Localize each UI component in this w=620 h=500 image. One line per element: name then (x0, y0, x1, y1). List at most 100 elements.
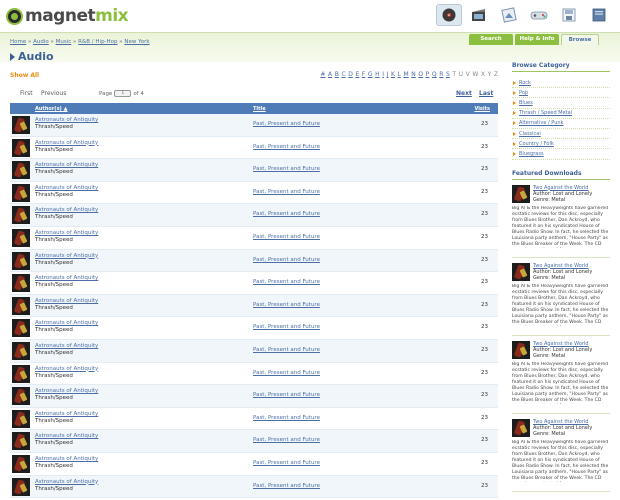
alpha-link-h[interactable]: H (375, 71, 380, 78)
author-link[interactable]: Astronauts of Antiquity (35, 388, 98, 394)
album-thumbnail[interactable] (12, 319, 30, 338)
title-link[interactable]: Past, Present and Future (253, 211, 320, 217)
featured-thumbnail[interactable] (512, 418, 530, 437)
alpha-link-i[interactable]: I (382, 71, 384, 78)
title-link[interactable]: Past, Present and Future (253, 392, 320, 398)
title-link[interactable]: Past, Present and Future (253, 166, 320, 172)
breadcrumb-audio[interactable]: Audio (33, 39, 49, 45)
author-link[interactable]: Astronauts of Antiquity (35, 456, 98, 462)
title-link[interactable]: Past, Present and Future (253, 121, 320, 127)
album-thumbnail[interactable] (12, 454, 30, 473)
title-link[interactable]: Past, Present and Future (253, 415, 320, 421)
alpha-link-n[interactable]: N (411, 71, 416, 78)
featured-title-link[interactable]: Two Against the World (533, 341, 588, 347)
author-link[interactable]: Astronauts of Antiquity (35, 207, 98, 213)
alpha-link-r[interactable]: R (439, 71, 443, 78)
category-item[interactable]: Classical (512, 129, 610, 140)
featured-title-link[interactable]: Two Against the World (533, 263, 588, 269)
software-icon[interactable] (556, 4, 582, 26)
title-link[interactable]: Past, Present and Future (253, 279, 320, 285)
title-link[interactable]: Past, Present and Future (253, 257, 320, 263)
featured-title-link[interactable]: Two Against the World (533, 185, 588, 191)
site-logo[interactable]: magnetmix (6, 6, 129, 26)
author-link[interactable]: Astronauts of Antiquity (35, 479, 98, 485)
film-icon[interactable] (466, 4, 492, 26)
album-thumbnail[interactable] (12, 251, 30, 270)
album-thumbnail[interactable] (12, 206, 30, 225)
alpha-link-c[interactable]: C (341, 71, 345, 78)
album-thumbnail[interactable] (12, 274, 30, 293)
album-thumbnail[interactable] (12, 432, 30, 451)
music-icon[interactable] (436, 4, 462, 26)
category-item[interactable]: Rock (512, 78, 610, 89)
album-thumbnail[interactable] (12, 387, 30, 406)
title-link[interactable]: Past, Present and Future (253, 483, 320, 489)
featured-thumbnail[interactable] (512, 262, 530, 281)
category-item[interactable]: Thrash / Speed Metal (512, 109, 610, 119)
alpha-link-k[interactable]: K (391, 71, 395, 78)
column-header-visits[interactable]: Visits (474, 106, 490, 112)
album-thumbnail[interactable] (12, 341, 30, 360)
alpha-link-o[interactable]: O (418, 71, 423, 78)
author-link[interactable]: Astronauts of Antiquity (35, 411, 98, 417)
album-thumbnail[interactable] (12, 296, 30, 315)
author-link[interactable]: Astronauts of Antiquity (35, 253, 98, 259)
page-select[interactable]: 1 (114, 90, 132, 97)
books-icon[interactable] (586, 4, 612, 26)
art-icon[interactable] (496, 4, 522, 26)
tab-help-info[interactable]: Help & Info (515, 34, 559, 45)
author-link[interactable]: Astronauts of Antiquity (35, 320, 98, 326)
alpha-link-f[interactable]: F (362, 71, 365, 78)
alpha-link-s[interactable]: S (446, 71, 450, 78)
album-thumbnail[interactable] (12, 228, 30, 247)
title-link[interactable]: Past, Present and Future (253, 144, 320, 150)
alpha-link-hash[interactable]: # (320, 71, 325, 78)
next-page-link[interactable]: Next (456, 90, 472, 97)
title-link[interactable]: Past, Present and Future (253, 347, 320, 353)
breadcrumb-music[interactable]: Music (56, 39, 72, 45)
author-link[interactable]: Astronauts of Antiquity (35, 117, 98, 123)
breadcrumb-rnb-hiphop[interactable]: R&B / Hip-Hop (78, 39, 117, 45)
author-link[interactable]: Astronauts of Antiquity (35, 433, 98, 439)
author-link[interactable]: Astronauts of Antiquity (35, 366, 98, 372)
category-item[interactable]: Pop (512, 88, 610, 99)
category-item[interactable]: Alternative / Punk (512, 119, 610, 129)
category-item[interactable]: Country / Folk (512, 139, 610, 150)
title-link[interactable]: Past, Present and Future (253, 189, 320, 195)
album-thumbnail[interactable] (12, 183, 30, 202)
last-page-link[interactable]: Last (479, 90, 493, 97)
album-thumbnail[interactable] (12, 364, 30, 383)
games-icon[interactable] (526, 4, 552, 26)
album-thumbnail[interactable] (12, 161, 30, 180)
album-thumbnail[interactable] (12, 409, 30, 428)
alpha-link-w[interactable]: W (472, 71, 478, 78)
title-link[interactable]: Past, Present and Future (253, 437, 320, 443)
alpha-link-z[interactable]: Z (494, 71, 498, 78)
author-link[interactable]: Astronauts of Antiquity (35, 298, 98, 304)
column-header-title[interactable]: Title (253, 106, 266, 112)
title-link[interactable]: Past, Present and Future (253, 324, 320, 330)
title-link[interactable]: Past, Present and Future (253, 302, 320, 308)
title-link[interactable]: Past, Present and Future (253, 370, 320, 376)
alpha-link-v[interactable]: V (466, 71, 470, 78)
alpha-link-g[interactable]: G (368, 71, 373, 78)
alpha-link-q[interactable]: Q (432, 71, 437, 78)
alpha-link-p[interactable]: P (426, 71, 430, 78)
album-thumbnail[interactable] (12, 138, 30, 157)
alpha-link-e[interactable]: E (355, 71, 359, 78)
tab-browse[interactable]: Browse (561, 34, 599, 45)
featured-title-link[interactable]: Two Against the World (533, 419, 588, 425)
alpha-link-x[interactable]: X (481, 71, 485, 78)
alpha-link-b[interactable]: B (335, 71, 339, 78)
category-item[interactable]: Blues (512, 98, 610, 109)
title-link[interactable]: Past, Present and Future (253, 460, 320, 466)
author-link[interactable]: Astronauts of Antiquity (35, 343, 98, 349)
alpha-link-d[interactable]: D (348, 71, 353, 78)
title-link[interactable]: Past, Present and Future (253, 234, 320, 240)
first-page-link[interactable]: First (20, 90, 33, 97)
alpha-link-u[interactable]: U (459, 71, 463, 78)
breadcrumb-new-york[interactable]: New York (124, 39, 149, 45)
featured-thumbnail[interactable] (512, 340, 530, 359)
alpha-link-m[interactable]: M (403, 71, 408, 78)
alpha-link-l[interactable]: L (398, 71, 401, 78)
